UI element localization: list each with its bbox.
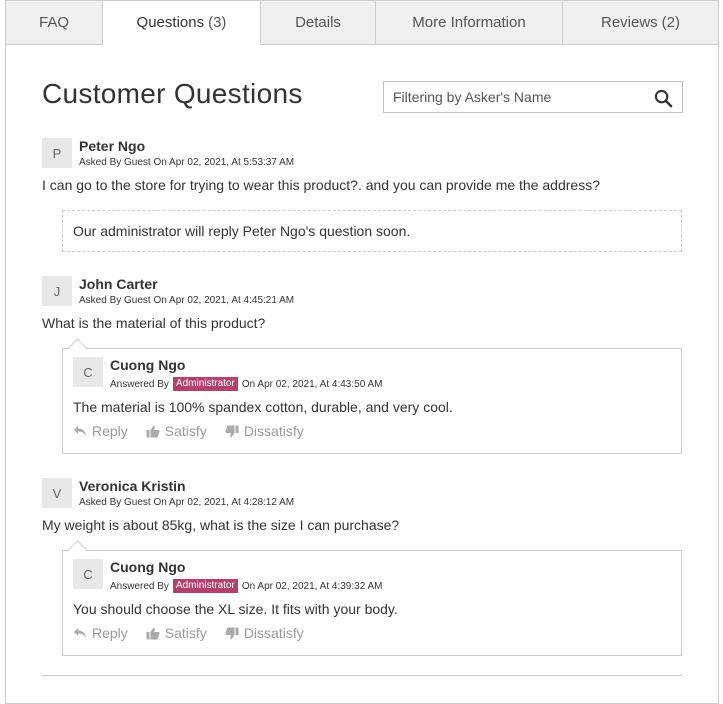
answered-by-label: Answered By xyxy=(110,378,169,390)
satisfy-button[interactable]: Satisfy xyxy=(146,423,207,439)
tab-label: Details xyxy=(295,14,341,31)
satisfy-button[interactable]: Satisfy xyxy=(146,625,207,641)
avatar: J xyxy=(42,276,72,306)
avatar: C xyxy=(73,357,103,387)
tab-count: (2) xyxy=(661,14,681,31)
question-text: My weight is about 85kg, what is the siz… xyxy=(42,517,400,533)
thumbs-down-icon xyxy=(225,627,239,640)
pending-reply-notice: Our administrator will reply Peter Ngo's… xyxy=(62,210,682,252)
tab-more-information[interactable]: More Information xyxy=(375,0,563,45)
reply-icon xyxy=(73,627,87,639)
reply-label: Reply xyxy=(92,625,128,641)
question-meta: Asked By Guest On Apr 02, 2021, At 4:28:… xyxy=(79,497,295,508)
section-title: Customer Questions xyxy=(42,78,303,109)
dissatisfy-button[interactable]: Dissatisfy xyxy=(225,423,304,439)
dissatisfy-label: Dissatisfy xyxy=(243,423,304,439)
question-meta: Asked By Guest On Apr 02, 2021, At 4:45:… xyxy=(79,295,295,306)
dissatisfy-button[interactable]: Dissatisfy xyxy=(225,625,304,641)
answered-by-label: Answered By xyxy=(110,580,169,592)
answer-meta: Answered By Administrator On Apr 02, 202… xyxy=(110,377,382,391)
question-item: P Peter Ngo Asked By Guest On Apr 02, 20… xyxy=(42,138,682,258)
search-icon[interactable] xyxy=(652,87,674,109)
tab-label: Questions xyxy=(136,14,205,31)
divider xyxy=(42,675,682,676)
reply-button[interactable]: Reply xyxy=(73,423,128,439)
tab-faq[interactable]: FAQ xyxy=(5,0,103,45)
answerer-name: Cuong Ngo xyxy=(110,559,186,575)
thumbs-up-icon xyxy=(146,425,160,438)
tab-label: More Information xyxy=(412,14,526,31)
product-tabs: FAQ Questions (3) Details More Informati… xyxy=(5,0,719,45)
reply-label: Reply xyxy=(92,423,128,439)
tab-label: Reviews xyxy=(600,14,658,31)
asker-name-input[interactable] xyxy=(384,82,639,112)
tab-count: (3) xyxy=(208,14,227,31)
satisfy-label: Satisfy xyxy=(164,625,207,641)
avatar: P xyxy=(42,138,72,168)
tab-details[interactable]: Details xyxy=(260,0,376,45)
dissatisfy-label: Dissatisfy xyxy=(243,625,304,641)
role-badge: Administrator xyxy=(172,579,238,593)
question-text: I can go to the store for trying to wear… xyxy=(42,177,600,193)
reply-button[interactable]: Reply xyxy=(73,625,128,641)
asker-name: Peter Ngo xyxy=(79,138,146,154)
tab-reviews[interactable]: Reviews (2) xyxy=(562,0,719,45)
answer-box: C Cuong Ngo Answered By Administrator On… xyxy=(62,550,682,656)
thumbs-down-icon xyxy=(225,425,239,438)
asker-filter xyxy=(383,81,683,113)
questions-panel: Customer Questions P Peter Ngo Asked By … xyxy=(5,44,719,704)
question-item: V Veronica Kristin Asked By Guest On Apr… xyxy=(42,478,682,658)
answer-actions: Reply Satisfy Dissatisfy xyxy=(73,423,322,439)
answerer-name: Cuong Ngo xyxy=(110,357,186,373)
thumbs-up-icon xyxy=(146,627,160,640)
asker-name: Veronica Kristin xyxy=(79,478,186,494)
answer-date: On Apr 02, 2021, At 4:39:32 AM xyxy=(241,580,383,592)
tab-questions[interactable]: Questions (3) xyxy=(102,0,261,45)
product-info-page: FAQ Questions (3) Details More Informati… xyxy=(0,0,723,704)
avatar: V xyxy=(42,478,72,508)
question-item: J John Carter Asked By Guest On Apr 02, … xyxy=(42,276,682,456)
answer-date: On Apr 02, 2021, At 4:43:50 AM xyxy=(241,378,383,390)
satisfy-label: Satisfy xyxy=(164,423,207,439)
avatar: C xyxy=(73,559,103,589)
asker-name: John Carter xyxy=(79,276,158,292)
tab-label: FAQ xyxy=(38,14,69,31)
role-badge: Administrator xyxy=(172,377,238,391)
answer-text: The material is 100% spandex cotton, dur… xyxy=(73,399,453,415)
question-meta: Asked By Guest On Apr 02, 2021, At 5:53:… xyxy=(79,157,295,168)
answer-actions: Reply Satisfy Dissatisfy xyxy=(73,625,322,641)
answer-box: C Cuong Ngo Answered By Administrator On… xyxy=(62,348,682,454)
answer-meta: Answered By Administrator On Apr 02, 202… xyxy=(110,579,382,593)
reply-icon xyxy=(73,425,87,437)
question-text: What is the material of this product? xyxy=(42,315,266,331)
answer-text: You should choose the XL size. It fits w… xyxy=(73,601,398,617)
